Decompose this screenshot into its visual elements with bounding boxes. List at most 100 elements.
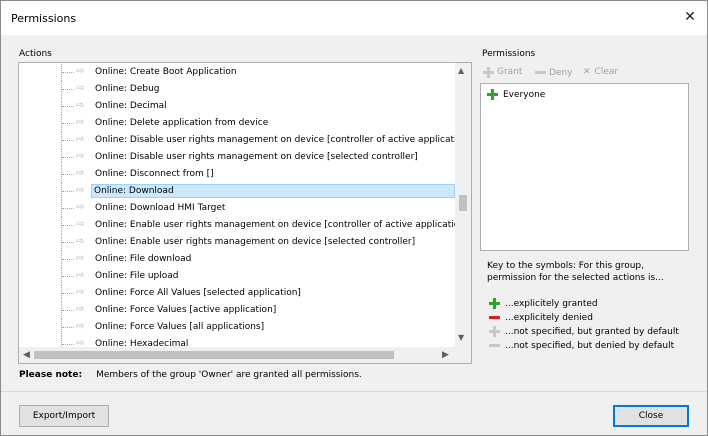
tree-branch	[62, 72, 74, 73]
action-tree-item[interactable]: ⇨ Online: Download	[19, 183, 455, 200]
note-text: Members of the group 'Owner' are granted…	[96, 370, 362, 380]
action-label: Online: Download	[91, 184, 455, 198]
permission-entry-name: Everyone	[503, 90, 546, 100]
permission-entry-everyone[interactable]: Everyone	[487, 89, 545, 100]
action-label: Online: Enable user rights management on…	[95, 237, 416, 247]
dialog-body: Actions ⇨ Online: Create Boot Application…	[1, 35, 707, 435]
action-label: Online: Delete application from device	[95, 118, 269, 128]
deny-label: Deny	[549, 68, 573, 78]
clear-x-icon: ✕	[583, 67, 591, 77]
gray-minus-icon	[489, 340, 500, 351]
permissions-dialog: Permissions ✕ Actions ⇨ Online: Create Bo…	[0, 0, 708, 436]
action-label: Online: Hexadecimal	[95, 339, 189, 347]
action-arrow-icon: ⇨	[76, 117, 85, 128]
horizontal-scrollbar[interactable]: ◀ ▶	[19, 347, 455, 363]
action-tree-item[interactable]: ⇨ Online: File upload	[19, 268, 455, 285]
export-import-button[interactable]: Export/Import	[19, 405, 109, 427]
red-minus-icon	[489, 312, 500, 323]
action-label: Online: Force Values [all applications]	[95, 322, 265, 332]
action-arrow-icon: ⇨	[76, 219, 85, 230]
action-tree-item[interactable]: ⇨ Online: Disable user rights management …	[19, 132, 455, 149]
key-denied: ...explicitely denied	[489, 312, 593, 323]
key-granted: ...explicitely granted	[489, 298, 598, 309]
granted-plus-icon	[487, 89, 498, 100]
horizontal-scroll-thumb[interactable]	[34, 351, 394, 359]
clear-label: Clear	[594, 67, 619, 77]
action-label: Online: Disable user rights management o…	[95, 152, 418, 162]
action-arrow-icon: ⇨	[76, 321, 85, 332]
tree-branch	[62, 293, 74, 294]
deny-minus-icon	[535, 67, 546, 78]
action-tree-item[interactable]: ⇨ Online: Delete application from device	[19, 115, 455, 132]
actions-tree[interactable]: ⇨ Online: Create Boot Application ⇨ Online:…	[18, 62, 472, 364]
action-tree-item[interactable]: ⇨ Online: Enable user rights management o…	[19, 234, 455, 251]
action-tree-item[interactable]: ⇨ Online: Force Values [all applications]	[19, 319, 455, 336]
key-description: Key to the symbols: For this group, perm…	[487, 261, 664, 283]
tree-branch	[62, 89, 74, 90]
action-tree-item[interactable]: ⇨ Online: Force Values [active applicatio…	[19, 302, 455, 319]
action-label: Online: Download HMI Target	[95, 203, 226, 213]
tree-line	[61, 336, 63, 347]
key-default-granted-text: ...not specified, but granted by default	[505, 327, 679, 337]
key-granted-text: ...explicitely granted	[505, 299, 598, 309]
action-arrow-icon: ⇨	[76, 66, 85, 77]
action-arrow-icon: ⇨	[76, 304, 85, 315]
action-tree-item[interactable]: ⇨ Online: Hexadecimal	[19, 336, 455, 347]
action-label: Online: File download	[95, 254, 192, 264]
tree-branch	[62, 225, 74, 226]
window-title: Permissions	[11, 12, 77, 25]
action-label: Online: Decimal	[95, 101, 167, 111]
key-denied-text: ...explicitely denied	[505, 313, 593, 323]
scroll-right-icon[interactable]: ▶	[442, 350, 449, 360]
action-label: Online: Create Boot Application	[95, 67, 237, 77]
action-arrow-icon: ⇨	[76, 134, 85, 145]
action-label: Online: Enable user rights management on…	[95, 220, 455, 230]
actions-label: Actions	[19, 49, 52, 59]
vertical-scroll-thumb[interactable]	[459, 195, 467, 211]
action-tree-item[interactable]: ⇨ Online: Create Boot Application	[19, 64, 455, 81]
action-arrow-icon: ⇨	[76, 338, 85, 347]
grant-plus-icon	[483, 67, 494, 78]
action-tree-item[interactable]: ⇨ Online: Debug	[19, 81, 455, 98]
close-icon[interactable]: ✕	[681, 8, 699, 26]
grant-label: Grant	[497, 67, 523, 77]
permissions-list[interactable]: Everyone	[480, 83, 689, 251]
tree-branch	[62, 327, 74, 328]
deny-button[interactable]: Deny	[535, 67, 573, 78]
action-arrow-icon: ⇨	[76, 168, 85, 179]
action-arrow-icon: ⇨	[76, 236, 85, 247]
tree-branch	[62, 344, 74, 345]
vertical-scrollbar[interactable]: ▲ ▼	[455, 63, 471, 347]
grant-button[interactable]: Grant	[483, 67, 523, 78]
action-arrow-icon: ⇨	[76, 270, 85, 281]
key-default-granted: ...not specified, but granted by default	[489, 326, 679, 337]
tree-branch	[62, 140, 74, 141]
action-tree-item[interactable]: ⇨ Online: File download	[19, 251, 455, 268]
action-tree-item[interactable]: ⇨ Online: Download HMI Target	[19, 200, 455, 217]
permissions-label: Permissions	[482, 49, 536, 59]
action-tree-item[interactable]: ⇨ Online: Enable user rights management o…	[19, 217, 455, 234]
scrollbar-corner	[455, 347, 471, 363]
key-default-denied-text: ...not specified, but denied by default	[505, 341, 675, 351]
tree-branch	[62, 123, 74, 124]
action-arrow-icon: ⇨	[76, 202, 85, 213]
action-tree-item[interactable]: ⇨ Online: Disable user rights management …	[19, 149, 455, 166]
scroll-down-icon[interactable]: ▼	[458, 333, 464, 342]
tree-branch	[62, 208, 74, 209]
gray-plus-icon	[489, 326, 500, 337]
action-tree-item[interactable]: ⇨ Online: Disconnect from []	[19, 166, 455, 183]
tree-branch	[62, 259, 74, 260]
note-label: Please note:	[19, 370, 83, 380]
clear-button[interactable]: ✕ Clear	[583, 67, 618, 77]
action-arrow-icon: ⇨	[76, 100, 85, 111]
green-plus-icon	[489, 298, 500, 309]
action-label: Online: Force All Values [selected appli…	[95, 288, 301, 298]
scroll-left-icon[interactable]: ◀	[23, 350, 30, 360]
action-label: Online: Disconnect from []	[95, 169, 214, 179]
action-tree-item[interactable]: ⇨ Online: Decimal	[19, 98, 455, 115]
action-arrow-icon: ⇨	[76, 287, 85, 298]
action-tree-item[interactable]: ⇨ Online: Force All Values [selected appl…	[19, 285, 455, 302]
close-button[interactable]: Close	[613, 405, 689, 427]
action-arrow-icon: ⇨	[76, 151, 85, 162]
scroll-up-icon[interactable]: ▲	[458, 66, 464, 75]
